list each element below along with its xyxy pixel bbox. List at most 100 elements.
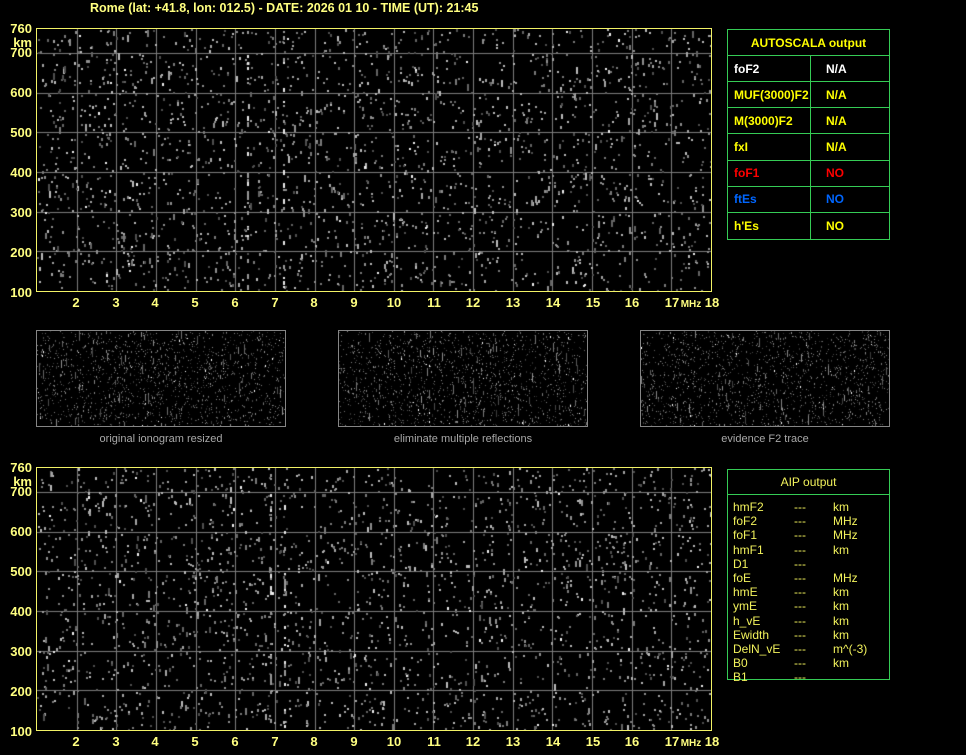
x-axis-unit-top: MHz bbox=[680, 299, 702, 310]
x-tick-top-3: 3 bbox=[112, 295, 120, 310]
aip-output-table: AIP output hmF2 --- km foF2 --- MHz foF1 --- MHz… bbox=[727, 469, 890, 684]
aip-row-Ewidth: Ewidth --- km bbox=[728, 628, 889, 642]
y-axis-unit-bottom: km bbox=[13, 474, 32, 489]
aip-value: --- bbox=[794, 627, 806, 642]
x-tick-bottom-14: 14 bbox=[545, 734, 561, 749]
x-tick-bottom-10: 10 bbox=[386, 734, 402, 749]
aip-row-DelN_vE: DelN_vE --- m^(-3) bbox=[728, 642, 889, 656]
autoscala-value-fxI: N/A bbox=[811, 134, 889, 161]
aip-table-body: hmF2 --- km foF2 --- MHz foF1 --- MHz hmF1 --- km D1… bbox=[728, 495, 889, 684]
autoscala-table-title: AUTOSCALA output bbox=[728, 30, 889, 56]
thumbnail-caption-original: original ionogram resized bbox=[99, 433, 223, 445]
aip-unit bbox=[833, 670, 889, 684]
thumbnail-caption-reflections: eliminate multiple reflections bbox=[393, 433, 533, 445]
y-tick-bottom-300: 300 bbox=[10, 644, 32, 659]
aip-value: --- bbox=[794, 514, 806, 529]
aip-ionogram-canvas bbox=[37, 468, 711, 730]
autoscala-value-h'Es: NO bbox=[826, 218, 844, 233]
thumbnail-evidence-f2-trace bbox=[640, 330, 890, 427]
autoscala-value-MUF(3000)F2: N/A bbox=[811, 82, 889, 109]
x-tick-top-15: 15 bbox=[585, 295, 601, 310]
aip-row-hmF2: hmF2 --- km bbox=[728, 500, 889, 514]
x-tick-top-10: 10 bbox=[386, 295, 402, 310]
aip-label: DelN_vE bbox=[733, 641, 781, 656]
aip-table-title: AIP output bbox=[728, 470, 889, 495]
aip-unit: km bbox=[833, 627, 849, 642]
autoscala-param-fxI: fxI bbox=[728, 134, 811, 161]
x-tick-bottom-15: 15 bbox=[585, 734, 601, 749]
thumbnail-reflections-canvas bbox=[339, 331, 587, 426]
aip-label: hmE bbox=[733, 585, 758, 600]
x-tick-bottom-16: 16 bbox=[624, 734, 640, 749]
thumbnail-eliminate-reflections bbox=[338, 330, 588, 427]
aip-value: --- bbox=[794, 670, 806, 685]
autoscala-param-foF1: foF1 bbox=[728, 160, 811, 187]
aip-unit: m^(-3) bbox=[833, 641, 868, 656]
aip-row-foF1: foF1 --- MHz bbox=[728, 528, 889, 542]
aip-value: --- bbox=[794, 613, 806, 628]
aip-label: foF1 bbox=[733, 528, 758, 543]
autoscala-value-foF2: N/A bbox=[811, 56, 889, 83]
y-tick-top-760: 760 bbox=[10, 21, 32, 36]
x-tick-bottom-9: 9 bbox=[350, 734, 358, 749]
autoscala-param-h'Es: h'Es bbox=[728, 212, 811, 239]
autoscala-window: { "header": { "title": "Rome (lat: +41.8… bbox=[0, 0, 966, 755]
aip-row-D1: D1 --- bbox=[728, 557, 889, 571]
y-tick-bottom-760: 760 bbox=[10, 460, 32, 475]
aip-value: --- bbox=[794, 570, 806, 585]
aip-label: h_vE bbox=[733, 613, 761, 628]
station-title: Rome (lat: +41.8, lon: 012.5) - DATE: 20… bbox=[90, 1, 479, 15]
thumbnail-original-canvas bbox=[37, 331, 285, 426]
x-tick-bottom-4: 4 bbox=[151, 734, 159, 749]
x-tick-top-6: 6 bbox=[231, 295, 239, 310]
aip-label: D1 bbox=[733, 556, 749, 571]
aip-ionogram-plot bbox=[36, 467, 712, 731]
y-tick-bottom-200: 200 bbox=[10, 684, 32, 699]
x-tick-top-14: 14 bbox=[545, 295, 561, 310]
y-tick-top-100: 100 bbox=[10, 285, 32, 300]
x-tick-bottom-8: 8 bbox=[310, 734, 318, 749]
x-tick-top-8: 8 bbox=[310, 295, 318, 310]
aip-row-foF2: foF2 --- MHz bbox=[728, 514, 889, 528]
aip-value: --- bbox=[794, 542, 806, 557]
autoscala-value-ftEs: NO bbox=[811, 187, 889, 213]
aip-row-h_vE: h_vE --- km bbox=[728, 614, 889, 628]
aip-value: --- bbox=[794, 641, 806, 656]
aip-row-ymE: ymE --- km bbox=[728, 599, 889, 613]
aip-value: --- bbox=[794, 656, 806, 671]
aip-unit: km bbox=[833, 542, 849, 557]
autoscala-param-ftEs: ftEs bbox=[728, 186, 811, 213]
x-tick-bottom-5: 5 bbox=[191, 734, 199, 749]
autoscala-param-foF2: foF2 bbox=[728, 56, 811, 83]
aip-row-B1: B1 --- bbox=[728, 670, 889, 684]
y-tick-bottom-500: 500 bbox=[10, 564, 32, 579]
aip-unit: km bbox=[833, 613, 849, 628]
autoscala-value-foF1: NO bbox=[811, 161, 889, 187]
aip-label: foF2 bbox=[733, 514, 758, 529]
x-tick-bottom-7: 7 bbox=[271, 734, 279, 749]
y-tick-top-600: 600 bbox=[10, 85, 32, 100]
aip-unit: km bbox=[833, 585, 849, 600]
y-tick-bottom-100: 100 bbox=[10, 724, 32, 739]
y-tick-bottom-600: 600 bbox=[10, 524, 32, 539]
aip-unit: km bbox=[833, 656, 849, 671]
aip-label: Ewidth bbox=[733, 627, 770, 642]
aip-unit: MHz bbox=[833, 514, 858, 529]
autoscala-param-M(3000)F2: M(3000)F2 bbox=[728, 108, 811, 135]
aip-label: ymE bbox=[733, 599, 757, 614]
y-tick-top-500: 500 bbox=[10, 125, 32, 140]
aip-unit: km bbox=[833, 500, 849, 514]
x-tick-top-13: 13 bbox=[505, 295, 521, 310]
aip-value: --- bbox=[794, 528, 806, 543]
aip-unit: MHz bbox=[833, 570, 858, 585]
autoscala-ionogram-canvas bbox=[37, 29, 711, 291]
aip-row-hmE: hmE --- km bbox=[728, 585, 889, 599]
aip-label: B0 bbox=[733, 656, 748, 671]
y-tick-bottom-400: 400 bbox=[10, 604, 32, 619]
x-tick-top-7: 7 bbox=[271, 295, 279, 310]
x-tick-top-5: 5 bbox=[191, 295, 199, 310]
aip-value: --- bbox=[794, 556, 806, 571]
x-tick-bottom-12: 12 bbox=[465, 734, 481, 749]
x-tick-top-16: 16 bbox=[624, 295, 640, 310]
aip-unit: km bbox=[833, 599, 849, 614]
